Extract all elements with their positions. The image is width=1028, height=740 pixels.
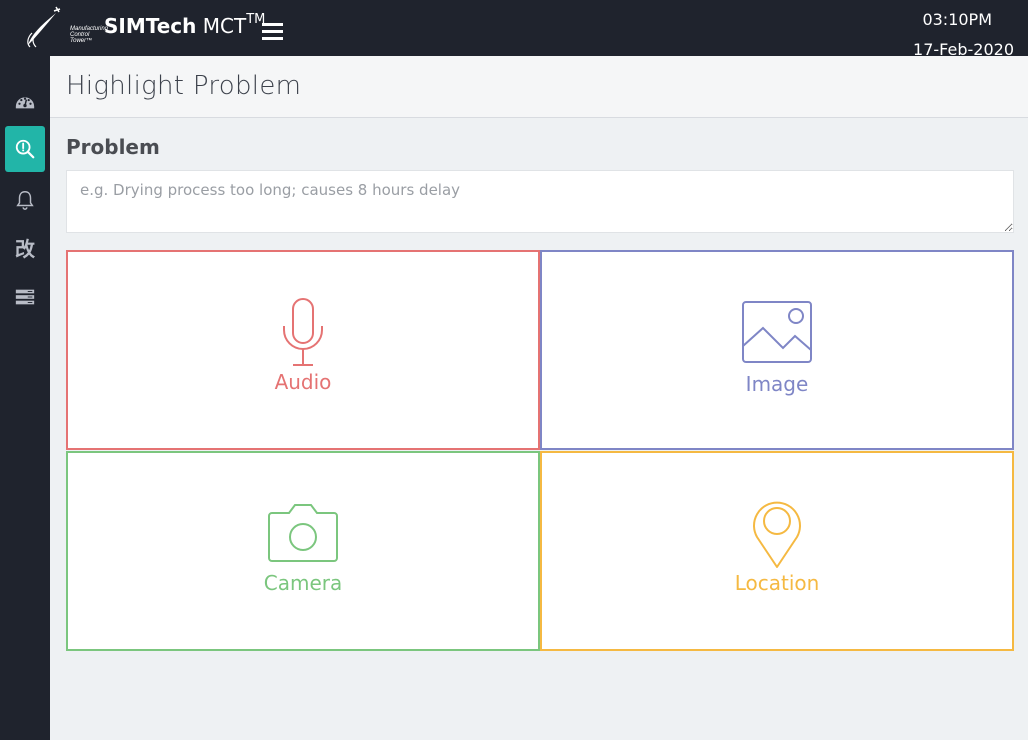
location-tile[interactable]: Location bbox=[540, 451, 1014, 651]
logo-text: Manufacturing Control Tower™ bbox=[70, 26, 108, 44]
hamburger-line bbox=[262, 30, 283, 33]
sidebar-item-notifications[interactable] bbox=[5, 177, 45, 223]
search-alert-icon bbox=[15, 139, 35, 159]
hamburger-line bbox=[262, 23, 283, 26]
manufacturing-control-tower-logo: Manufacturing Control Tower™ bbox=[22, 3, 108, 51]
audio-label: Audio bbox=[274, 370, 332, 394]
sidebar-item-highlight-problem[interactable] bbox=[5, 126, 45, 172]
sidebar-item-records[interactable] bbox=[5, 274, 45, 320]
image-tile[interactable]: Image bbox=[540, 250, 1014, 450]
problem-label: Problem bbox=[66, 135, 160, 159]
location-label: Location bbox=[734, 571, 820, 595]
menu-toggle-button[interactable] bbox=[262, 23, 283, 41]
hamburger-line bbox=[262, 37, 283, 40]
image-label: Image bbox=[745, 372, 809, 396]
audio-tile[interactable]: Audio bbox=[66, 250, 540, 450]
kaizen-icon: 改 bbox=[15, 236, 35, 261]
sidebar-item-kaizen[interactable]: 改 bbox=[5, 224, 45, 270]
bell-icon bbox=[16, 191, 34, 210]
problem-input[interactable] bbox=[66, 170, 1014, 233]
camera-icon bbox=[268, 504, 338, 562]
map-pin-icon bbox=[753, 501, 801, 568]
camera-tile[interactable]: Camera bbox=[66, 451, 540, 651]
current-time: 03:10PM bbox=[922, 10, 992, 29]
sidebar: 改 bbox=[0, 56, 50, 740]
microphone-icon bbox=[283, 298, 323, 366]
top-bar: Manufacturing Control Tower™ SIMTech MCT… bbox=[0, 0, 1028, 59]
brand-bold: SIMTech bbox=[104, 14, 197, 38]
app-brand: SIMTech MCTTM bbox=[104, 12, 265, 38]
server-list-icon bbox=[15, 289, 35, 305]
main-content: Highlight Problem Problem Audio Image Ca… bbox=[50, 56, 1028, 740]
brand-light: MCT bbox=[202, 14, 247, 38]
page-header: Highlight Problem bbox=[50, 56, 1028, 118]
camera-label: Camera bbox=[263, 571, 343, 595]
page-title: Highlight Problem bbox=[66, 71, 302, 101]
image-icon bbox=[742, 301, 812, 363]
logo-line-3: Tower™ bbox=[70, 38, 93, 44]
dashboard-gauge-icon bbox=[15, 97, 35, 109]
sidebar-item-dashboard[interactable] bbox=[5, 78, 45, 124]
